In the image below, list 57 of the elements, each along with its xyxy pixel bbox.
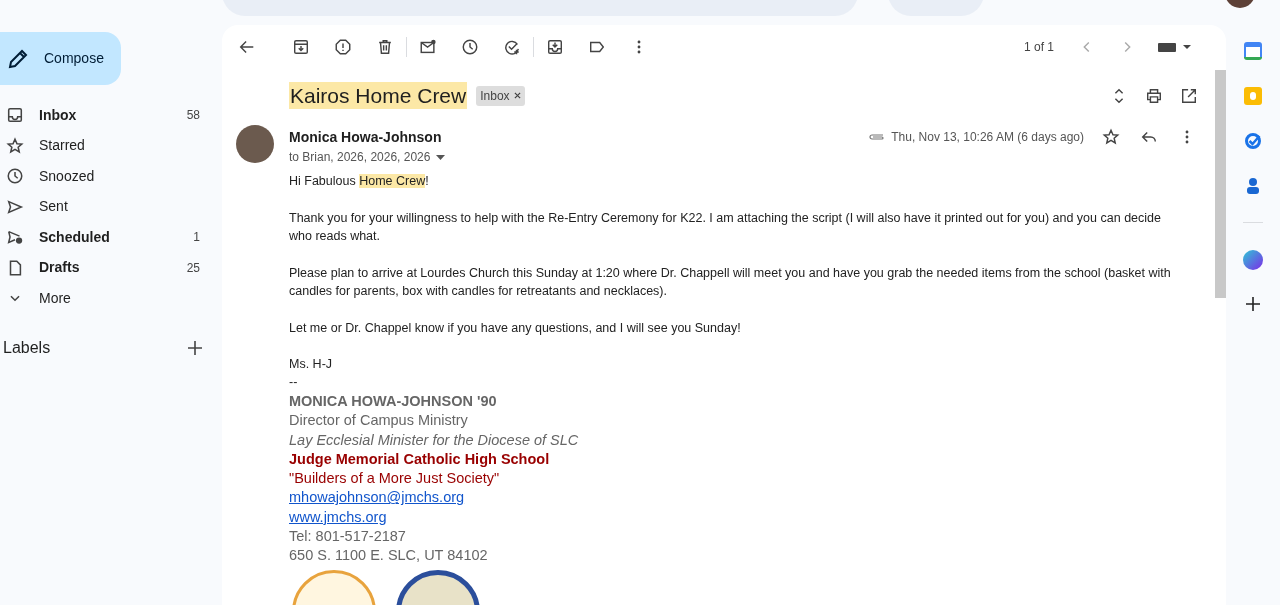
move-to-icon[interactable] <box>546 38 564 56</box>
check-plus-icon[interactable] <box>503 38 521 56</box>
signature-link[interactable]: www.jmchs.org <box>289 507 387 528</box>
nav-item[interactable]: More <box>0 283 222 314</box>
person-icon[interactable] <box>1246 177 1260 195</box>
caret-icon[interactable] <box>436 154 446 160</box>
star-icon[interactable] <box>1102 127 1120 146</box>
closing-text: Ms. H-J <box>289 356 334 373</box>
add-icon[interactable] <box>188 340 202 355</box>
date-text: Thu, Nov 13, 10:26 AM (6 days ago) <box>891 128 1084 146</box>
print-icon[interactable] <box>1145 86 1163 105</box>
labels-heading: Labels <box>3 337 51 358</box>
scheduled-send-icon <box>6 228 24 247</box>
star-icon <box>6 136 24 155</box>
message-paragraph: Thank you for your willingness to help with the Re-Entry Ceremony for K22. I am attaching the script (I will also have it printed out for you) and you can decide who reads what. <box>289 210 1162 245</box>
message-paragraph: Please plan to arrive at Lourdes Church this Sunday at 1:20 where Dr. Chappell will meet you and have you grab the needed items from the school (basket with candles for parents, box with candles for retreatants and necklaces). <box>289 265 1172 300</box>
add-icon[interactable] <box>1246 297 1260 311</box>
sender-name: Monica Howa-Johnson <box>289 128 442 147</box>
message-paragraph: Let me or Dr. Chappel know if you have any questions, and I will see you Sunday! <box>289 320 742 337</box>
school-name: Judge Memorial Catholic High School <box>289 449 550 469</box>
label-chip: Inbox <box>476 85 525 106</box>
back-arrow-icon[interactable] <box>238 38 256 56</box>
scrollbar[interactable] <box>1215 70 1226 298</box>
trash-icon[interactable] <box>376 38 394 56</box>
signature-text: 650 S. 1100 E. SLC, UT 84102 <box>289 546 488 566</box>
clock-icon[interactable] <box>461 38 479 56</box>
nav-item[interactable]: Drafts 25 <box>0 252 222 283</box>
signature-name: MONICA HOWA-JOHNSON '90 <box>289 392 497 411</box>
report-icon[interactable] <box>334 38 352 56</box>
clock-icon <box>6 167 24 186</box>
nav-item[interactable]: Sent <box>0 191 222 222</box>
nav-item[interactable]: Inbox 58 <box>0 100 222 131</box>
nav-item[interactable]: Scheduled 1 <box>0 222 222 253</box>
message-paragraph: Hi Fabulous Home Crew! <box>289 173 430 190</box>
motto-text: "Builders of a More Just Society" <box>289 469 500 489</box>
subject-heading: Kairos Home Crew <box>289 82 468 109</box>
nav-item[interactable]: Snoozed <box>0 161 222 192</box>
paperclip-icon <box>868 132 886 141</box>
signature-text: Director of Campus Ministry <box>289 411 468 431</box>
recipients-text: to Brian, 2026, 2026, 2026 <box>289 149 431 166</box>
closing-text: -- <box>289 374 299 391</box>
mail-icon[interactable] <box>419 38 437 56</box>
inbox-icon <box>6 106 24 125</box>
keyboard-icon[interactable] <box>1158 40 1192 54</box>
signature-link[interactable]: mhowajohnson@jmchs.org <box>289 488 465 508</box>
archive-icon[interactable] <box>292 38 310 56</box>
signature-text: Tel: 801-517-2187 <box>289 527 406 547</box>
check-circle-icon[interactable] <box>1244 132 1262 150</box>
pager-text: 1 of 1 <box>1023 39 1054 56</box>
nav-item[interactable]: Starred <box>0 130 222 161</box>
avatar <box>236 125 274 163</box>
signature-title: Lay Ecclesial Minister for the Diocese of SLC <box>289 430 579 450</box>
app-icon[interactable] <box>1243 250 1263 270</box>
compose-button[interactable]: Compose <box>0 32 121 85</box>
open-in-new-icon[interactable] <box>1180 86 1198 105</box>
calendar-icon[interactable] <box>1244 42 1262 60</box>
close-icon[interactable] <box>513 92 521 99</box>
